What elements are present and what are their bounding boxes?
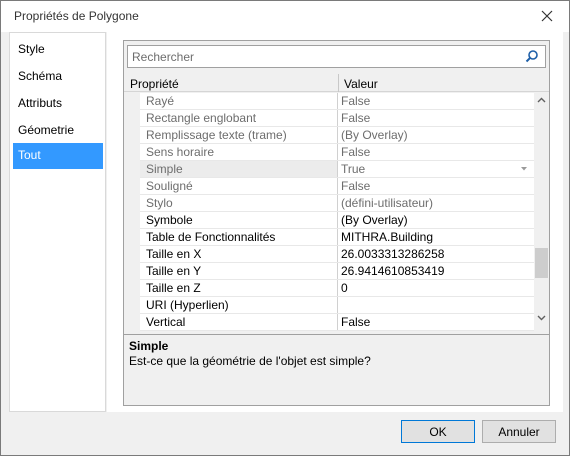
ok-button[interactable]: OK [401, 420, 475, 443]
property-value[interactable]: False [338, 178, 534, 195]
description-panel: Simple Est-ce que la géométrie de l'obje… [124, 334, 549, 405]
nav-item-tout[interactable]: Tout [13, 143, 103, 169]
table-row[interactable]: Taille en X 26.0033313286258 [124, 246, 534, 263]
property-value[interactable]: False [338, 110, 534, 127]
table-row-selected[interactable]: Simple True [124, 161, 534, 178]
property-value-select[interactable]: True [338, 161, 534, 178]
search-input[interactable]: Rechercher [127, 45, 546, 68]
vertical-scrollbar[interactable] [534, 93, 549, 331]
table-row[interactable]: Rectangle englobant False [124, 110, 534, 127]
table-row[interactable]: Sens horaire False [124, 144, 534, 161]
nav-item-geometrie[interactable]: Géometrie [13, 118, 103, 144]
table-row[interactable]: Taille en Z 0 [124, 280, 534, 297]
column-header-property[interactable]: Propriété [130, 77, 179, 91]
property-name: Rayé [140, 93, 337, 110]
property-value[interactable]: False [338, 314, 534, 331]
table-row[interactable]: Taille en Y 26.9414610853419 [124, 263, 534, 280]
table-row[interactable]: Rayé False [124, 93, 534, 110]
property-name: Souligné [140, 178, 337, 195]
property-name: Stylo [140, 195, 337, 212]
nav-item-style[interactable]: Style [13, 37, 103, 63]
table-row[interactable]: Remplissage texte (trame) (By Overlay) [124, 127, 534, 144]
property-name: Taille en X [140, 246, 337, 263]
property-rows: Rayé False Rectangle englobant False Rem… [124, 93, 534, 331]
property-name: Simple [140, 161, 337, 178]
property-value[interactable]: MITHRA.Building [338, 229, 534, 246]
search-icon[interactable] [525, 49, 539, 63]
property-name: Taille en Y [140, 263, 337, 280]
description-text: Est-ce que la géométrie de l'objet est s… [129, 354, 371, 368]
property-name: Taille en Z [140, 280, 337, 297]
column-divider[interactable] [338, 74, 339, 92]
scroll-up-icon[interactable] [537, 97, 546, 103]
window-title: Propriétés de Polygone [14, 9, 139, 23]
column-header-value[interactable]: Valeur [344, 77, 378, 91]
table-row[interactable]: Souligné False [124, 178, 534, 195]
property-value[interactable]: 26.0033313286258 [338, 246, 534, 263]
table-row[interactable]: Table de Fonctionnalités MITHRA.Building [124, 229, 534, 246]
property-value[interactable]: 26.9414610853419 [338, 263, 534, 280]
title-bar: Propriétés de Polygone [1, 1, 569, 32]
scroll-down-icon[interactable] [537, 315, 546, 321]
close-icon[interactable] [537, 6, 557, 26]
property-name: URI (Hyperlien) [140, 297, 337, 314]
property-value[interactable]: (By Overlay) [338, 212, 534, 229]
property-value[interactable]: False [338, 144, 534, 161]
property-value[interactable]: False [338, 93, 534, 110]
table-row[interactable]: URI (Hyperlien) [124, 297, 534, 314]
search-placeholder: Rechercher [132, 50, 195, 64]
cancel-button[interactable]: Annuler [482, 420, 556, 443]
description-title: Simple [129, 339, 169, 353]
table-row[interactable]: Vertical False [124, 314, 534, 331]
grid-header: Propriété Valeur [124, 74, 549, 92]
property-value[interactable]: (By Overlay) [338, 127, 534, 144]
scrollbar-thumb[interactable] [535, 248, 548, 278]
property-name: Symbole [140, 212, 337, 229]
table-row[interactable]: Stylo (défini-utilisateur) [124, 195, 534, 212]
property-name: Table de Fonctionnalités [140, 229, 337, 246]
property-value[interactable] [338, 297, 534, 314]
nav-item-schema[interactable]: Schéma [13, 64, 103, 90]
category-list: Style Schéma Attributs Géometrie Tout [9, 32, 106, 412]
chevron-down-icon[interactable] [520, 166, 528, 172]
property-name: Sens horaire [140, 144, 337, 161]
table-row[interactable]: Symbole (By Overlay) [124, 212, 534, 229]
property-name: Remplissage texte (trame) [140, 127, 337, 144]
nav-item-attributs[interactable]: Attributs [13, 91, 103, 117]
property-value[interactable]: 0 [338, 280, 534, 297]
property-name: Rectangle englobant [140, 110, 337, 127]
property-value[interactable]: (défini-utilisateur) [338, 195, 534, 212]
property-name: Vertical [140, 314, 337, 331]
